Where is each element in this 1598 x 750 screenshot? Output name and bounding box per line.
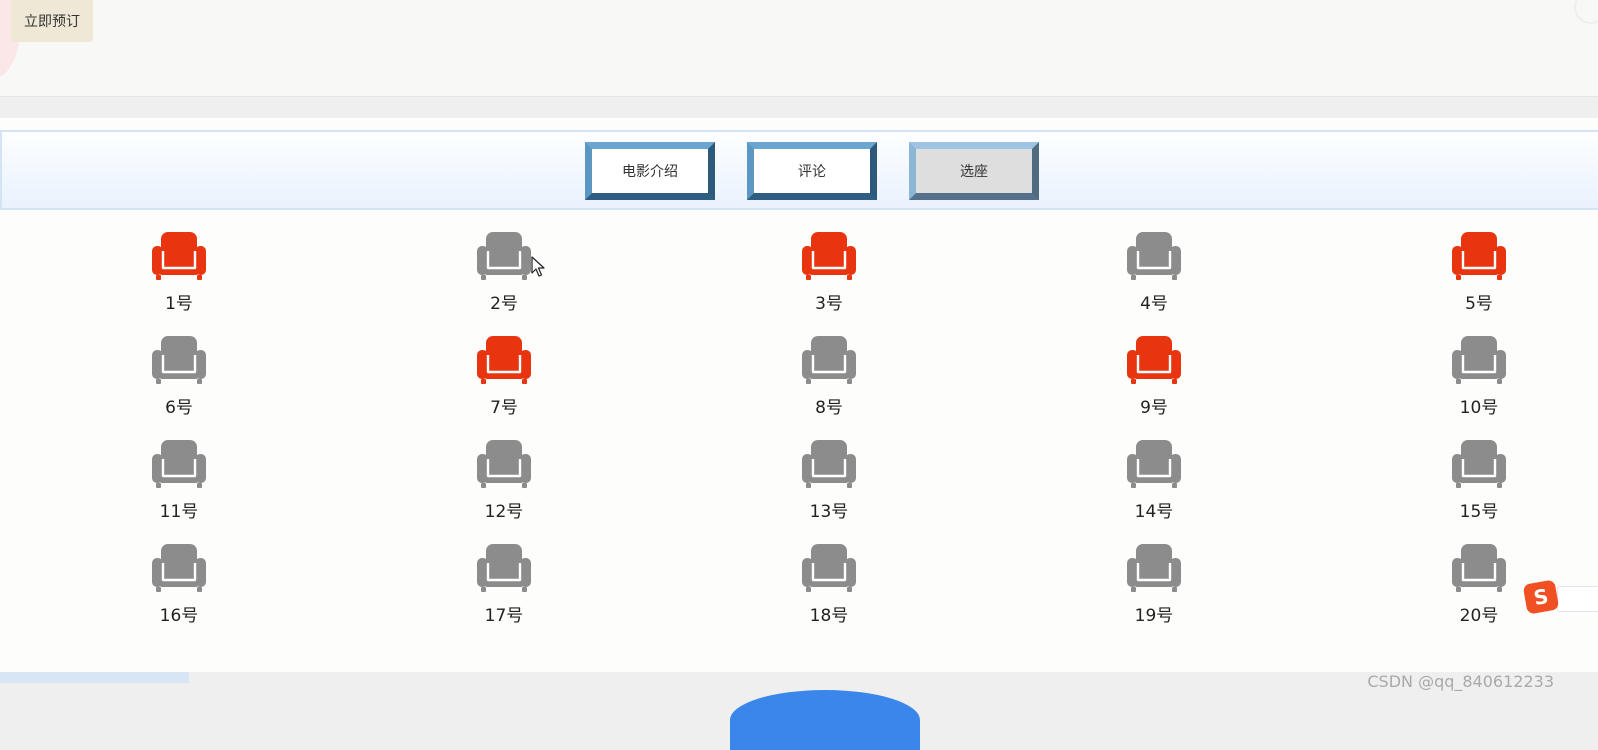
- seat[interactable]: 2号: [459, 230, 549, 328]
- armchair-icon: [1127, 336, 1181, 384]
- seat[interactable]: 11号: [134, 438, 224, 536]
- armchair-icon: [152, 336, 206, 384]
- seat-label: 18号: [809, 606, 849, 626]
- tab-movie-intro[interactable]: 电影介绍: [585, 142, 715, 200]
- seat-label: 13号: [809, 502, 849, 522]
- armchair-icon: [1452, 232, 1506, 280]
- header-panel: 立即预订: [0, 0, 1598, 97]
- armchair-icon: [152, 544, 206, 592]
- decorative-strip: [0, 672, 189, 683]
- armchair-icon: [1127, 544, 1181, 592]
- seat[interactable]: 16号: [134, 542, 224, 640]
- seat-label: 7号: [490, 398, 518, 418]
- seat-label: 20号: [1459, 606, 1499, 626]
- seat-label: 15号: [1459, 502, 1499, 522]
- seat[interactable]: 8号: [784, 334, 874, 432]
- seat[interactable]: 6号: [134, 334, 224, 432]
- decorative-circle: [1574, 0, 1598, 24]
- armchair-icon: [1452, 544, 1506, 592]
- seat-label: 6号: [165, 398, 193, 418]
- armchair-icon: [802, 440, 856, 488]
- armchair-icon: [802, 232, 856, 280]
- seat-label: 1号: [165, 294, 193, 314]
- seat-label: 9号: [1140, 398, 1168, 418]
- seat[interactable]: 19号: [1109, 542, 1199, 640]
- seat-label: 14号: [1134, 502, 1174, 522]
- seat[interactable]: 20号: [1434, 542, 1524, 640]
- seat-label: 10号: [1459, 398, 1499, 418]
- watermark: CSDN @qq_840612233: [1367, 672, 1554, 691]
- tab-comments[interactable]: 评论: [747, 142, 877, 200]
- seat[interactable]: 12号: [459, 438, 549, 536]
- sogou-input-icon[interactable]: S: [1522, 579, 1560, 615]
- decorative-arc: [730, 690, 920, 750]
- seat[interactable]: 3号: [784, 230, 874, 328]
- seat[interactable]: 5号: [1434, 230, 1524, 328]
- mouse-pointer-icon: [531, 256, 545, 277]
- seat[interactable]: 14号: [1109, 438, 1199, 536]
- armchair-icon: [802, 544, 856, 592]
- armchair-icon: [477, 440, 531, 488]
- seat-label: 12号: [484, 502, 524, 522]
- seat-label: 16号: [159, 606, 199, 626]
- armchair-icon: [1452, 336, 1506, 384]
- armchair-icon: [477, 544, 531, 592]
- seat-label: 8号: [815, 398, 843, 418]
- armchair-icon: [477, 336, 531, 384]
- seat-label: 19号: [1134, 606, 1174, 626]
- seat[interactable]: 1号: [134, 230, 224, 328]
- armchair-icon: [152, 440, 206, 488]
- tab-seat-selection[interactable]: 选座: [909, 142, 1039, 200]
- armchair-icon: [1127, 440, 1181, 488]
- seat[interactable]: 17号: [459, 542, 549, 640]
- seat-label: 4号: [1140, 294, 1168, 314]
- seat-label: 5号: [1465, 294, 1493, 314]
- seat-label: 2号: [490, 294, 518, 314]
- seat[interactable]: 15号: [1434, 438, 1524, 536]
- armchair-icon: [1127, 232, 1181, 280]
- seat[interactable]: 13号: [784, 438, 874, 536]
- seat-label: 17号: [484, 606, 524, 626]
- seat[interactable]: 9号: [1109, 334, 1199, 432]
- seat[interactable]: 4号: [1109, 230, 1199, 328]
- seat[interactable]: 10号: [1434, 334, 1524, 432]
- book-now-button[interactable]: 立即预订: [11, 0, 93, 42]
- armchair-icon: [802, 336, 856, 384]
- seat[interactable]: 7号: [459, 334, 549, 432]
- seat-label: 3号: [815, 294, 843, 314]
- seat[interactable]: 18号: [784, 542, 874, 640]
- armchair-icon: [152, 232, 206, 280]
- ime-toolbar[interactable]: [1557, 586, 1598, 612]
- armchair-icon: [1452, 440, 1506, 488]
- seat-label: 11号: [159, 502, 199, 522]
- armchair-icon: [477, 232, 531, 280]
